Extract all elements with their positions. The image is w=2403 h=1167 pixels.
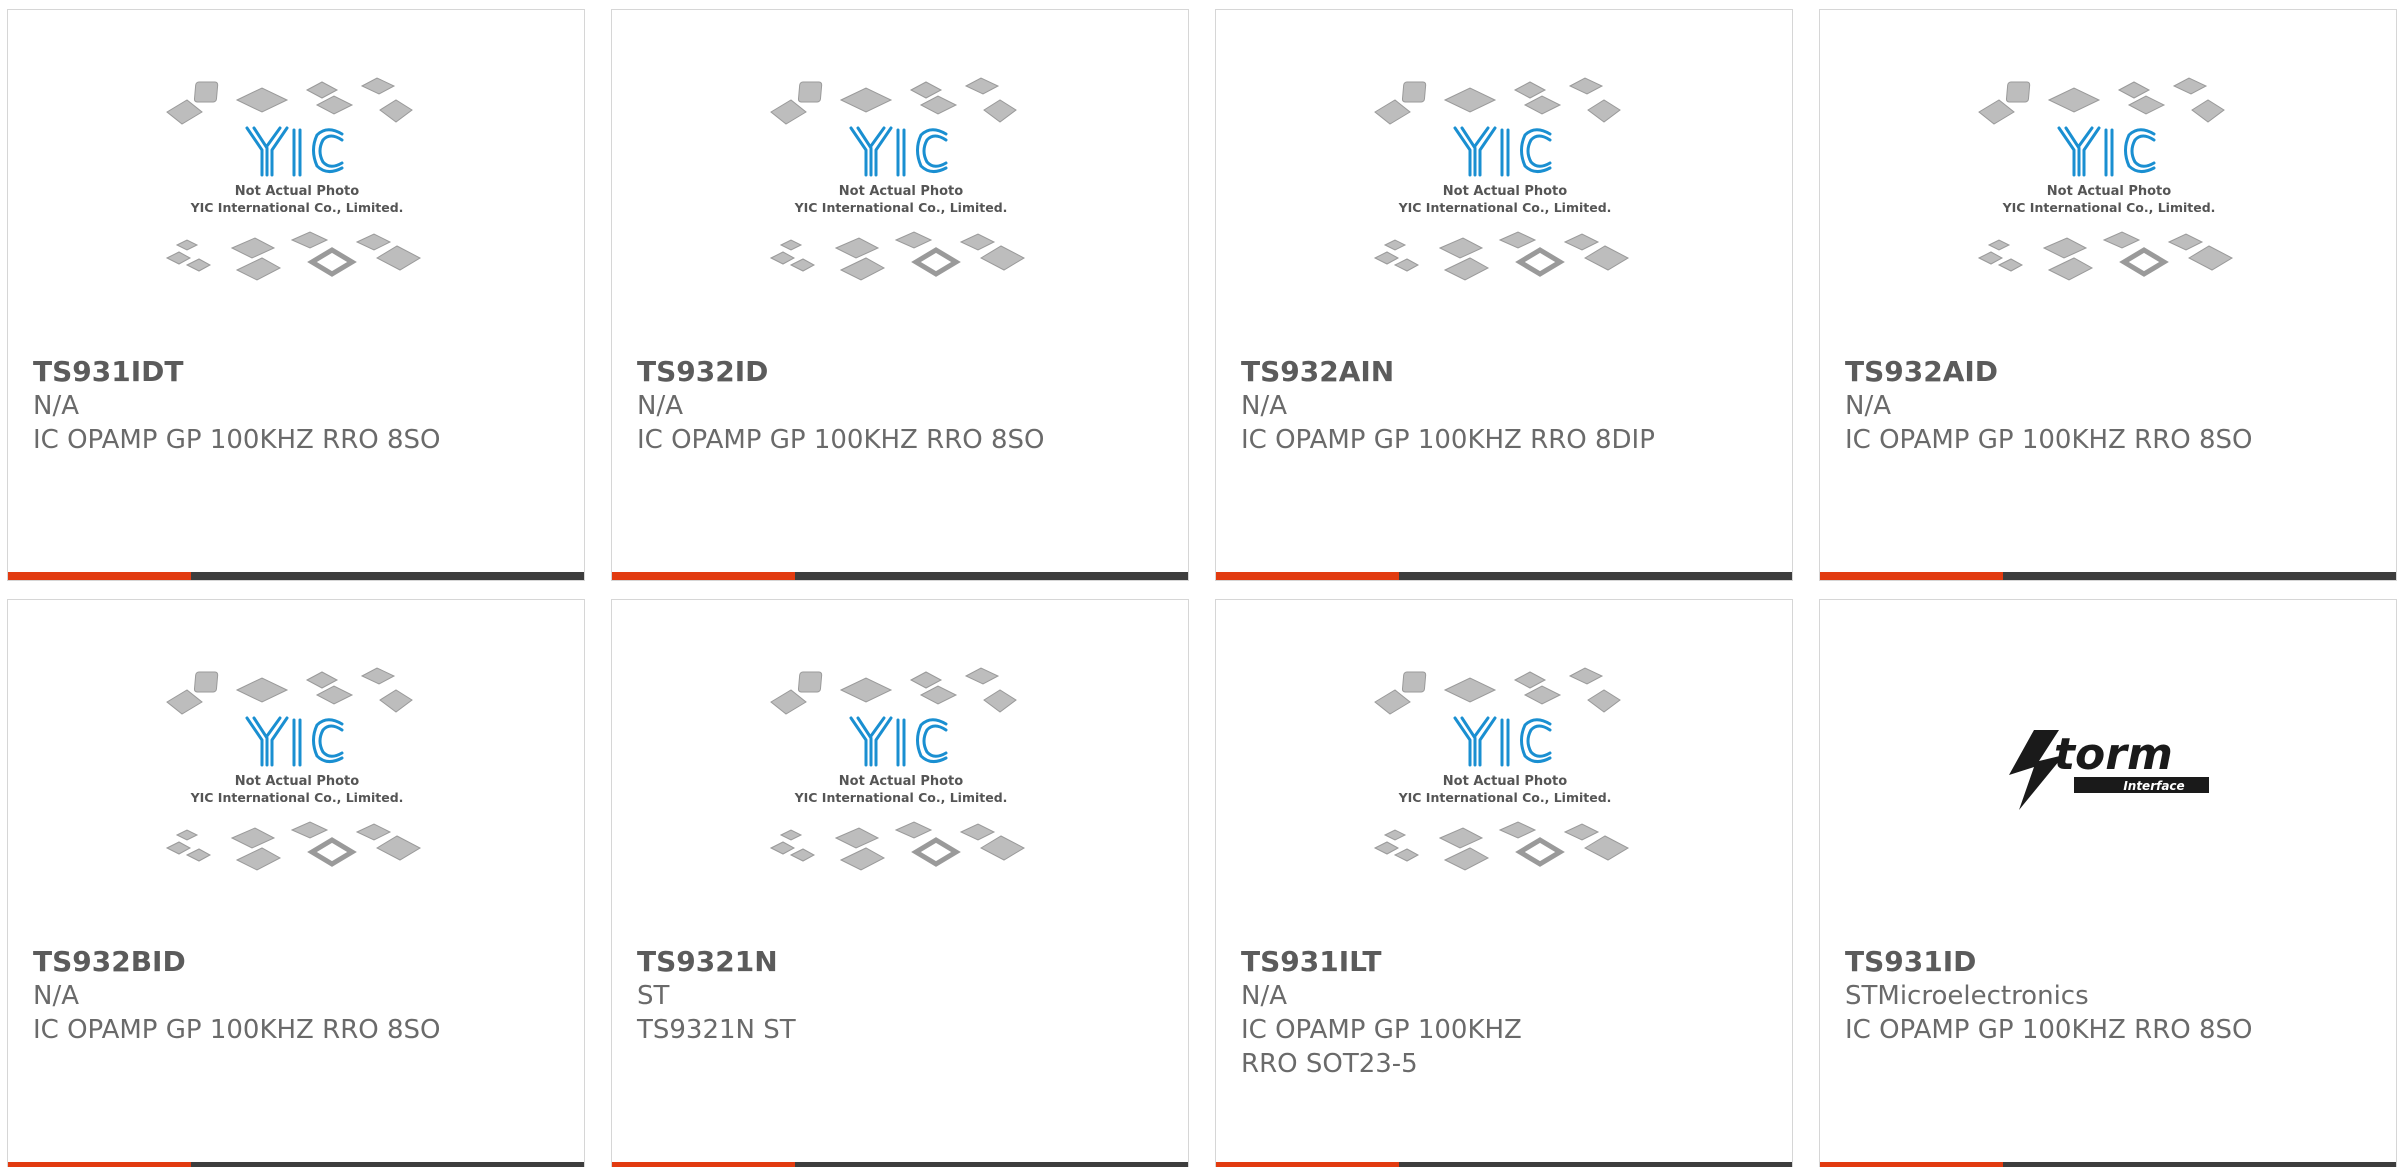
placeholder-line-2: YIC International Co., Limited. <box>794 790 1008 805</box>
product-card[interactable]: Not Actual Photo YIC International Co., … <box>611 9 1189 581</box>
product-card[interactable]: Not Actual Photo YIC International Co., … <box>611 599 1189 1167</box>
placeholder-line-2: YIC International Co., Limited. <box>2002 200 2216 215</box>
storm-interface-logo: torm Interface <box>2004 725 2214 819</box>
product-manufacturer: N/A <box>1845 391 1891 421</box>
placeholder-line-1: Not Actual Photo <box>2047 184 2171 199</box>
product-info: TS9321N ST TS9321N ST <box>637 945 1157 1047</box>
product-card[interactable]: Not Actual Photo YIC International Co., … <box>1215 9 1793 581</box>
product-info: TS932ID N/A IC OPAMP GP 100KHZ RRO 8SO <box>637 355 1157 457</box>
card-bottom-bar-accent <box>8 1162 191 1167</box>
product-part-number[interactable]: TS931IDT <box>33 355 553 389</box>
product-image[interactable]: Not Actual Photo YIC International Co., … <box>8 70 584 350</box>
product-image[interactable]: Not Actual Photo YIC International Co., … <box>612 70 1188 350</box>
placeholder-line-1: Not Actual Photo <box>1443 184 1567 199</box>
product-image[interactable]: Not Actual Photo YIC International Co., … <box>1820 70 2396 350</box>
product-description: IC OPAMP GP 100KHZ RRO 8SO <box>637 425 1045 455</box>
not-actual-photo-image: Not Actual Photo YIC International Co., … <box>165 77 422 281</box>
placeholder-line-1: Not Actual Photo <box>839 184 963 199</box>
placeholder-line-2: YIC International Co., Limited. <box>190 200 404 215</box>
card-bottom-bar <box>612 572 1188 580</box>
card-bottom-bar <box>8 572 584 580</box>
product-description: TS9321N ST <box>637 1015 796 1045</box>
placeholder-line-2: YIC International Co., Limited. <box>190 790 404 805</box>
product-description: IC OPAMP GP 100KHZ RRO 8SO <box>33 425 441 455</box>
card-bottom-bar-accent <box>1820 1162 2003 1167</box>
not-actual-photo-image: Not Actual Photo YIC International Co., … <box>165 667 422 871</box>
product-card[interactable]: Not Actual Photo YIC International Co., … <box>7 9 585 581</box>
product-part-number[interactable]: TS9321N <box>637 945 1157 979</box>
placeholder-line-1: Not Actual Photo <box>839 774 963 789</box>
product-part-number[interactable]: TS932AID <box>1845 355 2365 389</box>
placeholder-line-2: YIC International Co., Limited. <box>1398 200 1612 215</box>
card-bottom-bar <box>1216 1162 1792 1167</box>
product-description: IC OPAMP GP 100KHZ RRO 8DIP <box>1241 425 1655 455</box>
product-info: TS931IDT N/A IC OPAMP GP 100KHZ RRO 8SO <box>33 355 553 457</box>
product-manufacturer: N/A <box>33 981 79 1011</box>
product-description: IC OPAMP GP 100KHZ RRO 8SO <box>1845 425 2253 455</box>
placeholder-line-1: Not Actual Photo <box>1443 774 1567 789</box>
card-bottom-bar <box>1820 1162 2396 1167</box>
not-actual-photo-image: Not Actual Photo YIC International Co., … <box>1373 77 1630 281</box>
product-card[interactable]: torm Interface TS931ID STMicroelectronics… <box>1819 599 2397 1167</box>
card-bottom-bar-accent <box>8 572 191 580</box>
card-bottom-bar <box>1216 572 1792 580</box>
product-image[interactable]: Not Actual Photo YIC International Co., … <box>1216 660 1792 940</box>
card-bottom-bar-accent <box>612 572 795 580</box>
product-image[interactable]: Not Actual Photo YIC International Co., … <box>612 660 1188 940</box>
not-actual-photo-image: Not Actual Photo YIC International Co., … <box>1373 667 1630 871</box>
product-manufacturer: ST <box>637 981 670 1011</box>
product-description: IC OPAMP GP 100KHZ RRO 8SO <box>1845 1015 2253 1045</box>
card-bottom-bar <box>1820 572 2396 580</box>
not-actual-photo-image: Not Actual Photo YIC International Co., … <box>1977 77 2234 281</box>
product-image[interactable]: Not Actual Photo YIC International Co., … <box>1216 70 1792 350</box>
card-bottom-bar-accent <box>1216 572 1399 580</box>
product-part-number[interactable]: TS932BID <box>33 945 553 979</box>
product-image[interactable]: torm Interface <box>1820 660 2396 940</box>
card-bottom-bar-accent <box>1216 1162 1399 1167</box>
product-manufacturer: STMicroelectronics <box>1845 981 2089 1011</box>
svg-text:torm: torm <box>2054 729 2173 780</box>
placeholder-line-2: YIC International Co., Limited. <box>794 200 1008 215</box>
card-bottom-bar <box>612 1162 1188 1167</box>
product-image[interactable]: Not Actual Photo YIC International Co., … <box>8 660 584 940</box>
placeholder-line-1: Not Actual Photo <box>235 774 359 789</box>
product-manufacturer: N/A <box>33 391 79 421</box>
product-grid: Not Actual Photo YIC International Co., … <box>0 0 2403 1167</box>
product-card[interactable]: Not Actual Photo YIC International Co., … <box>1819 9 2397 581</box>
product-info: TS932AIN N/A IC OPAMP GP 100KHZ RRO 8DIP <box>1241 355 1761 457</box>
product-card[interactable]: Not Actual Photo YIC International Co., … <box>7 599 585 1167</box>
card-bottom-bar-accent <box>612 1162 795 1167</box>
product-card[interactable]: Not Actual Photo YIC International Co., … <box>1215 599 1793 1167</box>
product-manufacturer: N/A <box>1241 981 1287 1011</box>
product-description: IC OPAMP GP 100KHZ RRO SOT23-5 <box>1241 1015 1522 1079</box>
product-info: TS932AID N/A IC OPAMP GP 100KHZ RRO 8SO <box>1845 355 2365 457</box>
product-part-number[interactable]: TS931ILT <box>1241 945 1761 979</box>
product-info: TS932BID N/A IC OPAMP GP 100KHZ RRO 8SO <box>33 945 553 1047</box>
product-info: TS931ILT N/A IC OPAMP GP 100KHZ RRO SOT23-… <box>1241 945 1761 1081</box>
placeholder-line-1: Not Actual Photo <box>235 184 359 199</box>
product-info: TS931ID STMicroelectronics IC OPAMP GP 100… <box>1845 945 2365 1047</box>
placeholder-line-2: YIC International Co., Limited. <box>1398 790 1612 805</box>
card-bottom-bar-accent <box>1820 572 2003 580</box>
product-manufacturer: N/A <box>637 391 683 421</box>
not-actual-photo-image: Not Actual Photo YIC International Co., … <box>769 667 1026 871</box>
product-manufacturer: N/A <box>1241 391 1287 421</box>
product-part-number[interactable]: TS931ID <box>1845 945 2365 979</box>
product-description: IC OPAMP GP 100KHZ RRO 8SO <box>33 1015 441 1045</box>
product-part-number[interactable]: TS932AIN <box>1241 355 1761 389</box>
card-bottom-bar <box>8 1162 584 1167</box>
not-actual-photo-image: Not Actual Photo YIC International Co., … <box>769 77 1026 281</box>
svg-text:Interface: Interface <box>2123 779 2184 793</box>
product-part-number[interactable]: TS932ID <box>637 355 1157 389</box>
